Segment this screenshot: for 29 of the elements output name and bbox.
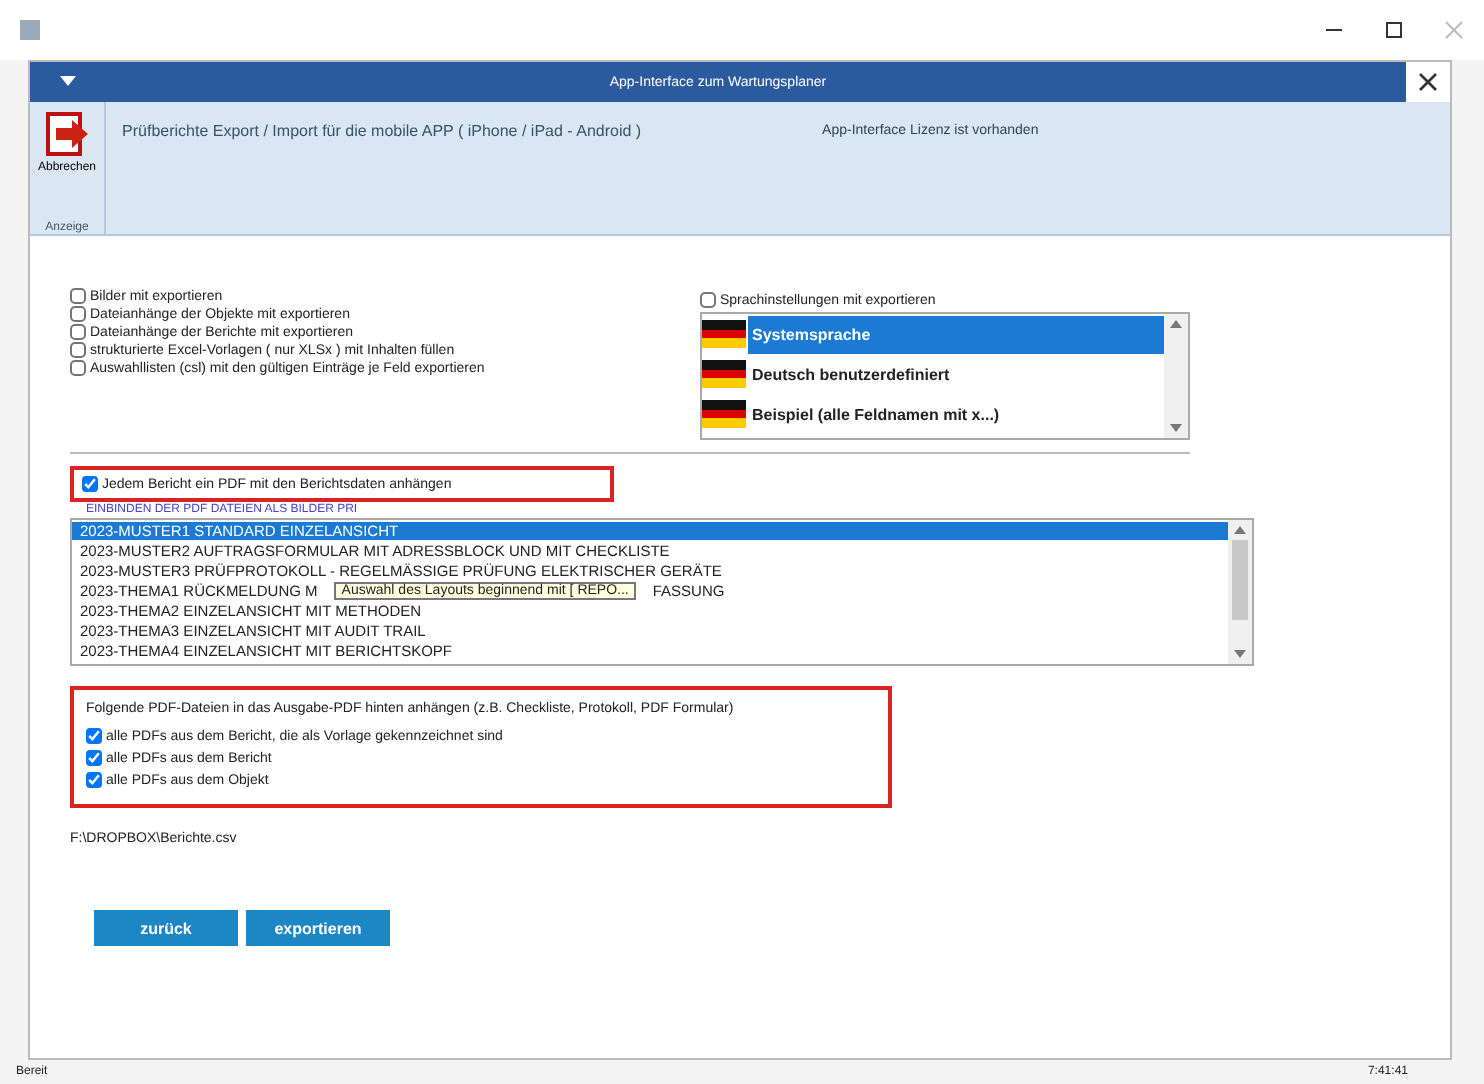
scroll-down-icon[interactable] (1168, 422, 1184, 434)
ribbon-heading: Prüfberichte Export / Import für die mobile APP ( iPhone / iPad - Android ) (122, 122, 644, 140)
checkbox[interactable] (70, 324, 86, 340)
scrollbar[interactable] (1228, 520, 1252, 664)
scroll-up-icon[interactable] (1168, 318, 1184, 330)
action-button[interactable]: zurück (94, 910, 238, 946)
flag-icon (702, 400, 746, 428)
maximize-button[interactable] (1384, 20, 1404, 40)
checkbox[interactable] (70, 306, 86, 322)
checkbox[interactable] (70, 360, 86, 376)
checkbox[interactable] (86, 772, 102, 788)
scroll-up-icon[interactable] (1232, 524, 1248, 536)
chevron-icon[interactable] (58, 74, 78, 90)
checkbox[interactable] (70, 288, 86, 304)
checkbox[interactable] (86, 728, 102, 744)
checkbox[interactable] (82, 476, 98, 492)
language-item[interactable]: Beispiel (alle Feldnamen mit x...) (748, 395, 1164, 433)
scrollbar[interactable] (1164, 314, 1188, 438)
language-item[interactable]: Deutsch benutzerdefiniert (748, 355, 1164, 393)
exit-icon (43, 110, 92, 158)
checkbox[interactable] (86, 750, 102, 766)
flag-icon (702, 360, 746, 388)
flag-icon (702, 320, 746, 348)
checkbox[interactable] (700, 292, 716, 308)
action-button[interactable]: exportieren (246, 910, 390, 946)
language-item[interactable]: Systemsprache (748, 315, 1164, 353)
scroll-down-icon[interactable] (1232, 648, 1248, 660)
app-icon (20, 20, 40, 40)
checkbox[interactable] (70, 342, 86, 358)
